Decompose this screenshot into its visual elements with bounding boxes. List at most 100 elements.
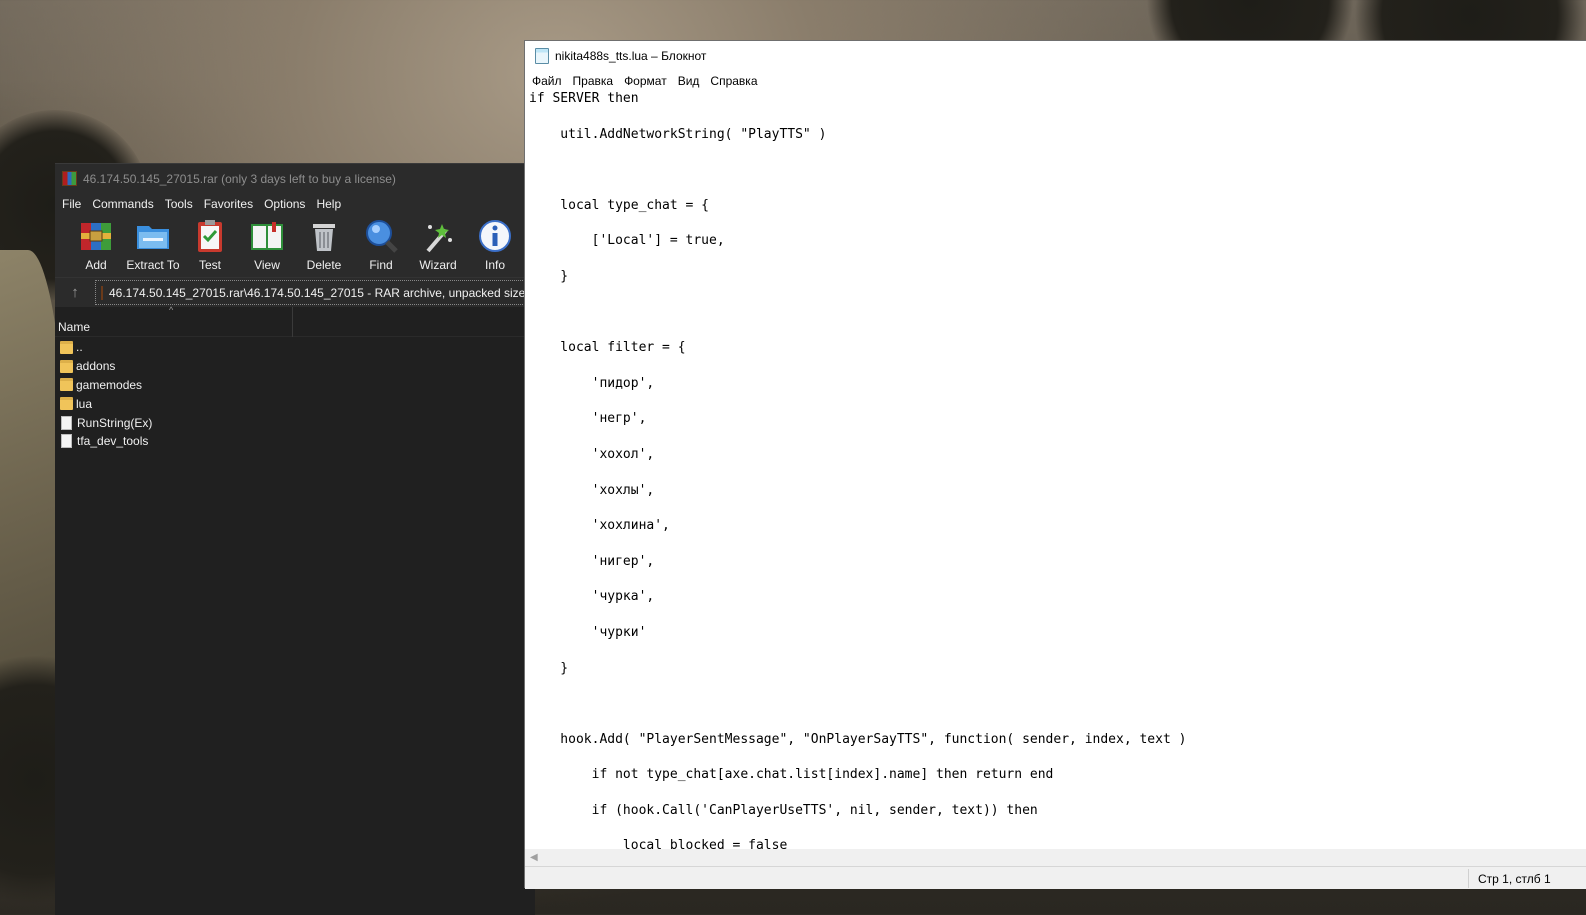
winrar-logo-icon <box>62 171 77 186</box>
file-list: .. addons gamemodes lua RunString(Ex) tf… <box>55 337 535 451</box>
code-line: local filter = { <box>529 340 686 356</box>
sort-ascending-icon: ^ <box>169 305 174 315</box>
code-line: hook.Add( "PlayerSentMessage", "OnPlayer… <box>529 731 1187 747</box>
notepad-icon <box>535 47 549 64</box>
code-line: } <box>529 660 569 676</box>
up-arrow-icon[interactable]: ↑ <box>55 284 95 301</box>
status-divider <box>1468 869 1469 888</box>
add-button-label: Add <box>85 258 107 272</box>
code-line: if (hook.Call('CanPlayerUseTTS', nil, se… <box>529 802 1038 818</box>
file-icon <box>61 434 72 449</box>
cursor-position: Стр 1, стлб 1 <box>1478 872 1551 886</box>
folder-icon <box>60 378 73 392</box>
test-button-label: Test <box>198 258 221 272</box>
file-name: addons <box>76 359 116 374</box>
code-line: local blocked = false <box>529 838 788 849</box>
info-button-label: Info <box>484 258 505 272</box>
menu-file[interactable]: File <box>58 197 88 211</box>
code-line: 'негр', <box>529 411 647 427</box>
menu-file-ru[interactable]: Файл <box>528 74 569 88</box>
file-name: gamemodes <box>76 377 143 392</box>
column-divider[interactable] <box>292 307 293 337</box>
menu-tools[interactable]: Tools <box>161 197 200 211</box>
code-line: local type_chat = { <box>529 197 710 213</box>
menu-options[interactable]: Options <box>260 197 312 211</box>
code-line: 'пидор', <box>529 375 655 391</box>
folder-icon <box>60 397 73 411</box>
text-editor[interactable]: if SERVER then util.AddNetworkString( "P… <box>525 92 1586 849</box>
menu-commands[interactable]: Commands <box>88 197 160 211</box>
file-name: lua <box>76 396 93 411</box>
folder-icon <box>60 340 73 354</box>
winrar-toolbar: Add Extract To Test View Delete Find Wiz… <box>55 214 535 278</box>
wizard-button-label: Wizard <box>419 258 457 272</box>
column-header-name[interactable]: Name <box>58 320 90 334</box>
status-bar: Стр 1, стлб 1 <box>525 866 1586 889</box>
list-item[interactable]: .. <box>55 338 535 357</box>
address-field[interactable]: 46.174.50.145_27015.rar\46.174.50.145_27… <box>95 280 535 305</box>
menu-view-ru[interactable]: Вид <box>674 74 707 88</box>
code-line: if SERVER then <box>529 92 639 106</box>
code-line: 'хохлина', <box>529 518 670 534</box>
archive-icon <box>101 285 103 300</box>
horizontal-scrollbar[interactable]: ◀ <box>525 849 1586 866</box>
code-line: 'хохлы', <box>529 482 655 498</box>
view-button-label: View <box>254 258 280 272</box>
wizard-wand-icon <box>420 218 456 254</box>
winrar-menubar: File Commands Tools Favorites Options He… <box>55 193 535 214</box>
list-item[interactable]: lua <box>55 394 535 413</box>
code-line: } <box>529 268 569 284</box>
info-button[interactable]: Info <box>468 218 522 272</box>
delete-button-label: Delete <box>306 258 342 272</box>
delete-button[interactable]: Delete <box>297 218 351 272</box>
code-line: util.AddNetworkString( "PlayTTS" ) <box>529 126 827 142</box>
list-item[interactable]: gamemodes <box>55 376 535 395</box>
find-magnifier-icon <box>363 218 399 254</box>
add-archive-icon <box>78 218 114 254</box>
file-name: .. <box>76 340 83 355</box>
list-item[interactable]: addons <box>55 357 535 376</box>
code-line: if not type_chat[axe.chat.list[index].na… <box>529 767 1054 783</box>
scroll-left-icon[interactable]: ◀ <box>530 852 538 863</box>
file-list-header: ^ Name <box>55 305 535 337</box>
test-clipboard-icon <box>192 218 228 254</box>
find-button[interactable]: Find <box>354 218 408 272</box>
winrar-title: 46.174.50.145_27015.rar (only 3 days lef… <box>83 171 396 186</box>
address-bar: ↑ 46.174.50.145_27015.rar\46.174.50.145_… <box>55 278 535 307</box>
code-line: 'чурка', <box>529 589 655 605</box>
find-button-label: Find <box>369 258 393 272</box>
menu-edit-ru[interactable]: Правка <box>569 74 621 88</box>
list-item[interactable]: tfa_dev_tools <box>55 432 535 451</box>
test-button[interactable]: Test <box>183 218 237 272</box>
address-path: 46.174.50.145_27015.rar\46.174.50.145_27… <box>109 285 535 300</box>
wizard-button[interactable]: Wizard <box>411 218 465 272</box>
menu-favorites[interactable]: Favorites <box>200 197 260 211</box>
notepad-titlebar[interactable]: nikita488s_tts.lua – Блокнот <box>525 41 1586 70</box>
notepad-window: nikita488s_tts.lua – Блокнот Файл Правка… <box>524 40 1586 889</box>
file-name: tfa_dev_tools <box>77 434 149 449</box>
info-icon <box>477 218 513 254</box>
list-item[interactable]: RunString(Ex) <box>55 413 535 432</box>
delete-trash-icon <box>306 218 342 254</box>
extract-to-button[interactable]: Extract To <box>126 218 180 272</box>
folder-icon <box>60 359 73 373</box>
view-book-icon <box>249 218 285 254</box>
menu-help-ru[interactable]: Справка <box>706 74 764 88</box>
extract-to-button-label: Extract To <box>126 258 180 272</box>
winrar-titlebar[interactable]: 46.174.50.145_27015.rar (only 3 days lef… <box>55 164 535 193</box>
code-line: 'хохол', <box>529 446 655 462</box>
file-name: RunString(Ex) <box>77 415 153 430</box>
extract-folder-icon <box>135 218 171 254</box>
code-line: 'чурки' <box>529 624 647 640</box>
notepad-menubar: Файл Правка Формат Вид Справка <box>525 70 1586 92</box>
menu-format-ru[interactable]: Формат <box>620 74 674 88</box>
menu-help[interactable]: Help <box>312 197 348 211</box>
code-line: 'нигер', <box>529 553 655 569</box>
file-icon <box>61 415 72 430</box>
add-button[interactable]: Add <box>69 218 123 272</box>
view-button[interactable]: View <box>240 218 294 272</box>
winrar-window: 46.174.50.145_27015.rar (only 3 days lef… <box>55 163 535 915</box>
